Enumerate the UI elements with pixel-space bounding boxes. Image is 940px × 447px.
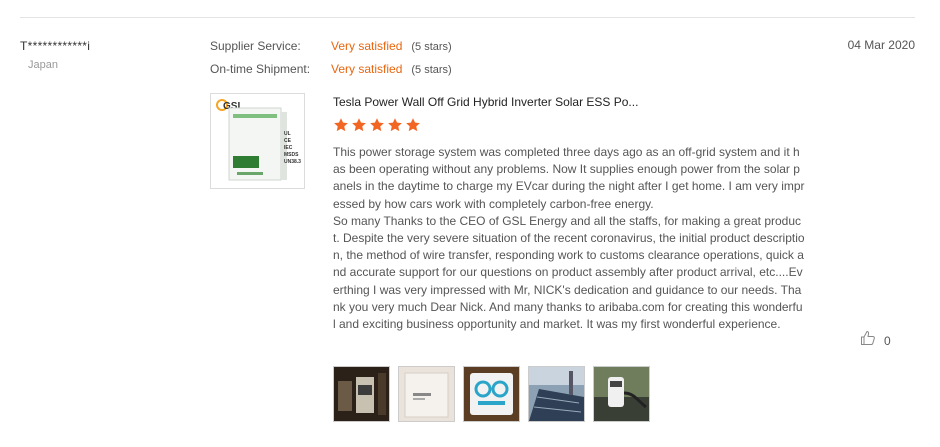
review-text: This power storage system was completed … <box>333 144 805 333</box>
review-date: 04 Mar 2020 <box>847 38 915 52</box>
reviewer-country: Japan <box>28 59 58 71</box>
on-time-shipment-rating: On-time Shipment: Very satisfied (5 star… <box>210 62 452 76</box>
cert-label-iec: IEC <box>284 145 293 151</box>
star-icon <box>334 118 348 132</box>
product-thumbnail[interactable]: GSL UL CE IEC MSDS UN38.3 <box>210 93 305 189</box>
review-photo-gallery <box>333 366 650 422</box>
top-divider <box>20 17 915 18</box>
review-photo-1[interactable] <box>333 366 390 422</box>
rating-value: Very satisfied <box>331 62 403 76</box>
cert-label-msds: MSDS <box>284 152 299 158</box>
rating-value: Very satisfied <box>331 39 403 53</box>
star-icon <box>388 118 402 132</box>
rating-label: Supplier Service: <box>210 39 301 53</box>
star-icon <box>352 118 366 132</box>
review-photo-4[interactable] <box>528 366 585 422</box>
like-button[interactable]: 0 <box>860 330 891 351</box>
product-rating-stars <box>333 117 421 133</box>
rating-label: On-time Shipment: <box>210 62 311 76</box>
reviewer-name: T************i <box>20 39 91 53</box>
cert-label-un: UN38.3 <box>284 159 301 165</box>
star-icon <box>406 118 420 132</box>
rating-stars-text: (5 stars) <box>411 64 452 76</box>
rating-stars-text: (5 stars) <box>411 41 452 53</box>
review-paragraph: So many Thanks to the CEO of GSL Energy … <box>333 213 805 332</box>
review-paragraph: This power storage system was completed … <box>333 145 805 211</box>
review-photo-2[interactable] <box>398 366 455 422</box>
cert-label-ce: CE <box>284 138 292 144</box>
product-title[interactable]: Tesla Power Wall Off Grid Hybrid Inverte… <box>333 95 638 109</box>
like-count: 0 <box>884 333 891 348</box>
star-icon <box>370 118 384 132</box>
supplier-service-rating: Supplier Service: Very satisfied (5 star… <box>210 39 452 53</box>
thumbs-up-icon <box>860 330 876 351</box>
cert-label-ul: UL <box>284 131 291 137</box>
review-photo-3[interactable] <box>463 366 520 422</box>
review-photo-5[interactable] <box>593 366 650 422</box>
